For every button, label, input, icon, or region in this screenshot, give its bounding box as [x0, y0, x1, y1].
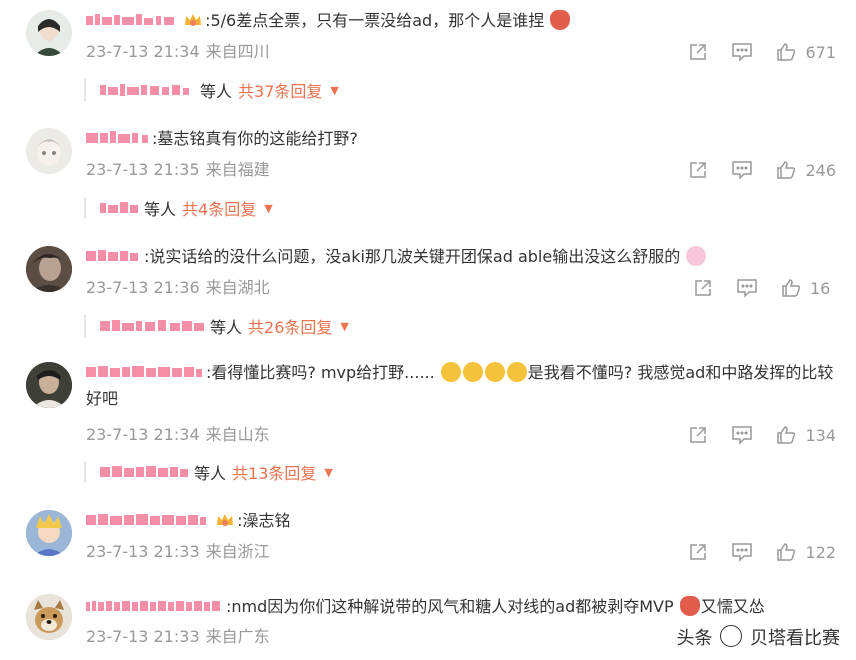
location: 来自福建 [205, 160, 270, 179]
reply-summary[interactable]: 等人 共13条回复 ▼ [84, 460, 333, 484]
reply-label: 等人 [200, 82, 233, 101]
reply-usernames [100, 84, 189, 96]
username[interactable] [86, 597, 224, 615]
location: 来自广东 [205, 627, 270, 646]
comment-text: :nmd因为你们这种解说带的风气和糖人对线的ad都被剥夺MVP [226, 597, 674, 616]
watermark-handle: 贝塔看比赛 [750, 628, 840, 649]
comment-text: :说实话给的没什么问题，没aki那几波关键开团保ad able输出没这么舒服的 [144, 247, 681, 266]
comment-icon[interactable] [731, 41, 753, 63]
username[interactable] [86, 129, 150, 147]
crown-badge-icon [215, 511, 235, 529]
reply-label: 等人 [210, 318, 243, 337]
reply-label: 等人 [144, 200, 177, 219]
reply-usernames [100, 466, 188, 477]
comment-actions: 122 [687, 541, 836, 563]
comment-icon[interactable] [731, 541, 753, 563]
timestamp: 23-7-13 21:33 [86, 627, 200, 646]
watermark-prefix: 头条 [676, 628, 713, 649]
like-count: 134 [805, 425, 836, 445]
timestamp: 23-7-13 21:34 [86, 42, 200, 61]
comment-actions: 246 [687, 159, 836, 181]
comment-icon[interactable] [731, 424, 753, 446]
like-count: 122 [805, 542, 836, 562]
share-icon[interactable] [687, 424, 709, 446]
divider [84, 461, 86, 483]
reply-count-link[interactable]: 共26条回复 [248, 314, 332, 338]
reply-count-link[interactable]: 共13条回复 [232, 460, 316, 484]
reply-summary[interactable]: 等人 共37条回复 ▼ [84, 78, 339, 102]
comment-meta: 23-7-13 21:33 来自浙江 [86, 541, 270, 563]
reply-summary[interactable]: 等人 共26条回复 ▼ [84, 314, 349, 338]
share-icon[interactable] [687, 541, 709, 563]
chevron-down-icon[interactable]: ▼ [330, 84, 338, 97]
comment-text: :5/6差点全票，只有一票没给ad，那个人是谁捏 [205, 11, 545, 30]
timestamp: 23-7-13 21:34 [86, 425, 200, 444]
comment-icon[interactable] [731, 159, 753, 181]
comment-meta: 23-7-13 21:33 来自广东 [86, 626, 270, 648]
avatar[interactable] [26, 362, 72, 408]
like-icon[interactable] [775, 424, 797, 446]
location: 来自湖北 [205, 278, 270, 297]
divider [84, 79, 86, 101]
reply-usernames [100, 202, 138, 213]
like-icon[interactable] [780, 277, 802, 299]
crown-badge-icon [183, 11, 203, 29]
comment-actions: 134 [687, 424, 836, 446]
like-icon[interactable] [775, 541, 797, 563]
avatar[interactable] [26, 10, 72, 56]
emoji-icon [679, 596, 700, 616]
like-count: 246 [805, 160, 836, 180]
comment-text: :看得懂比赛吗? mvp给打野...... [206, 363, 435, 382]
timestamp: 23-7-13 21:33 [86, 542, 200, 561]
chevron-down-icon[interactable]: ▼ [340, 320, 348, 333]
comment-meta: 23-7-13 21:36 来自湖北 [86, 277, 270, 299]
username[interactable] [86, 511, 208, 529]
comment-text: :澡志铭 [237, 511, 291, 530]
avatar[interactable] [26, 510, 72, 556]
share-icon[interactable] [692, 277, 714, 299]
comment-meta: 23-7-13 21:35 来自福建 [86, 159, 270, 181]
reply-label: 等人 [194, 464, 227, 483]
username[interactable] [86, 247, 142, 265]
reply-usernames [100, 320, 204, 331]
comment-icon[interactable] [736, 277, 758, 299]
bunny-emoji-icon [686, 246, 707, 266]
timestamp: 23-7-13 21:36 [86, 278, 200, 297]
location: 来自浙江 [205, 542, 270, 561]
comment-actions: 671 [687, 41, 836, 63]
comment-text-continued: 又懦又怂 [700, 597, 765, 616]
chevron-down-icon[interactable]: ▼ [324, 466, 332, 479]
share-icon[interactable] [687, 41, 709, 63]
like-count: 16 [810, 278, 831, 298]
like-icon[interactable] [775, 41, 797, 63]
location: 来自山东 [205, 425, 270, 444]
like-count: 671 [805, 42, 836, 62]
laugh-cry-emoji-icon [440, 362, 461, 382]
chevron-down-icon[interactable]: ▼ [264, 202, 272, 215]
avatar[interactable] [26, 246, 72, 292]
comment-meta: 23-7-13 21:34 来自四川 [86, 41, 270, 63]
reply-count-link[interactable]: 共37条回复 [238, 78, 322, 102]
laugh-cry-emoji-icon [462, 362, 483, 382]
divider [84, 315, 86, 337]
timestamp: 23-7-13 21:35 [86, 160, 200, 179]
like-icon[interactable] [775, 159, 797, 181]
comment-meta: 23-7-13 21:34 来自山东 [86, 424, 270, 446]
comment-text: :墓志铭真有你的这能给打野? [152, 129, 358, 148]
emoji-icon [550, 10, 571, 30]
share-icon[interactable] [687, 159, 709, 181]
divider [84, 197, 86, 219]
avatar[interactable] [26, 128, 72, 174]
at-sign-icon [720, 625, 743, 647]
username[interactable] [86, 11, 176, 29]
location: 来自四川 [205, 42, 270, 61]
laugh-cry-emoji-icon [484, 362, 505, 382]
laugh-cry-emoji-icon [506, 362, 527, 382]
watermark: 头条 贝塔看比赛 [677, 624, 840, 650]
username[interactable] [86, 363, 204, 381]
reply-summary[interactable]: 等人 共4条回复 ▼ [84, 196, 273, 220]
comment-actions: 16 [692, 277, 836, 299]
avatar[interactable] [26, 594, 72, 640]
reply-count-link[interactable]: 共4条回复 [182, 196, 256, 220]
